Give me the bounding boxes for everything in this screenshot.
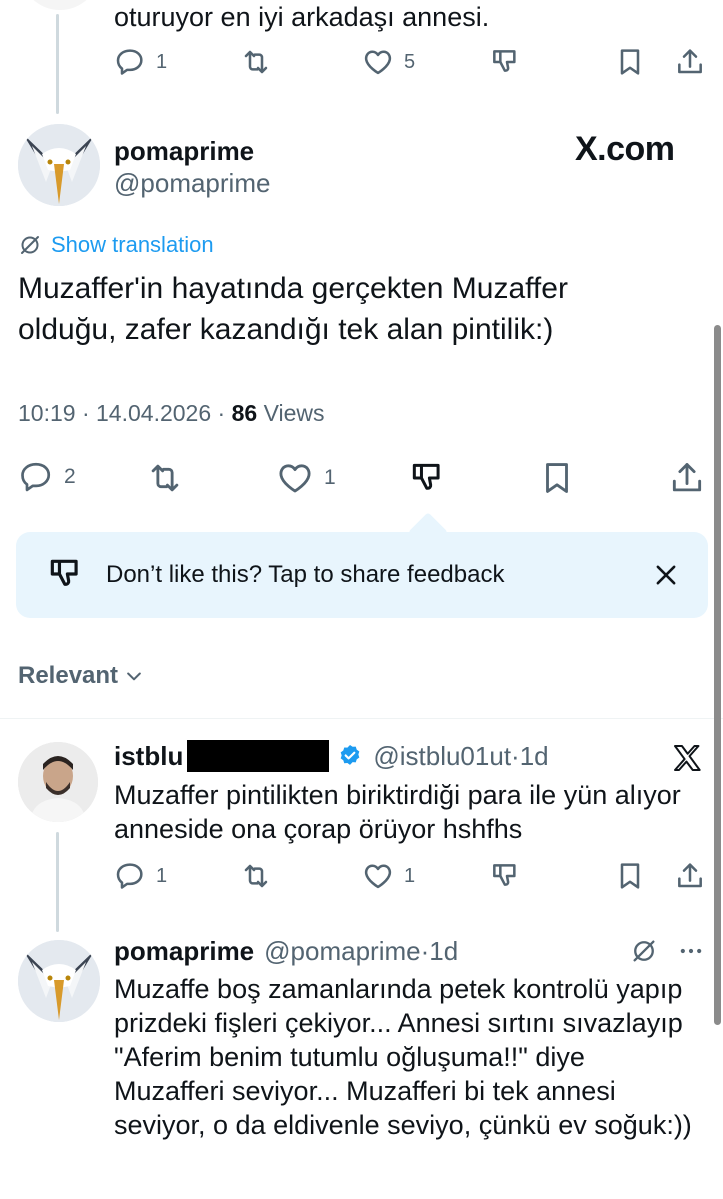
reply1-header: istblu @istblu01ut · 1d — [114, 740, 549, 772]
bookmark-icon — [614, 46, 646, 78]
thumbs-down-icon — [408, 459, 446, 497]
brand-label: X.com — [575, 130, 675, 168]
top-dislike-button[interactable] — [489, 46, 521, 78]
reply1-like-button[interactable]: 1 — [362, 860, 415, 892]
reply1-like-count: 1 — [404, 864, 416, 887]
brand-logo: X.com — [575, 130, 675, 169]
show-translation-link[interactable]: Show translation — [18, 232, 214, 258]
eagle-avatar-icon — [18, 940, 100, 1022]
reply2-header: pomaprime @pomaprime · 1d — [114, 936, 458, 967]
avatar-reply2[interactable] — [18, 940, 100, 1022]
share-icon — [674, 46, 706, 78]
sort-selector[interactable]: Relevant — [18, 662, 144, 690]
tweet-time[interactable]: 10:19 — [18, 400, 76, 426]
verified-badge-icon[interactable] — [337, 743, 363, 769]
avatar-main[interactable] — [18, 124, 100, 206]
reply1-repost-button[interactable] — [240, 860, 272, 892]
thumbs-down-icon — [489, 860, 521, 892]
meta-dot: · — [81, 400, 97, 426]
top-like-button[interactable]: 5 — [362, 46, 415, 78]
translate-icon — [18, 233, 42, 257]
translate-icon[interactable] — [630, 937, 658, 965]
top-reply-button[interactable]: 1 — [114, 46, 167, 78]
heart-icon — [362, 860, 394, 892]
meta-dot: · — [420, 936, 430, 966]
thumbs-down-icon — [489, 46, 521, 78]
bookmark-icon — [538, 459, 576, 497]
main-dislike-button[interactable] — [408, 459, 446, 497]
more-options-icon[interactable] — [676, 937, 706, 965]
reply1-share-button[interactable] — [674, 860, 706, 892]
share-icon — [674, 860, 706, 892]
reply1-bookmark-button[interactable] — [614, 860, 646, 892]
tweet-metadata: 10:19 · 14.04.2026 · 86 Views — [18, 400, 325, 427]
reply1-text: Muzaffer pintilikten biriktirdiği para i… — [114, 780, 681, 844]
bookmark-icon — [614, 860, 646, 892]
main-tweet-text: Muzaffer'in hayatında gerçekten Muzaffer… — [18, 272, 568, 346]
views-label: Views — [257, 400, 325, 426]
reply2-text: Muzaffe boş zamanlarında petek kontrolü … — [114, 974, 692, 1140]
show-translation-label: Show translation — [51, 232, 214, 257]
main-like-button[interactable]: 1 — [276, 459, 336, 497]
reply1-reply-button[interactable]: 1 — [114, 860, 167, 892]
reply2-age[interactable]: 1d — [429, 936, 458, 967]
thumbs-down-icon — [46, 555, 84, 593]
x-logo-icon — [670, 742, 704, 774]
meta-dot: · — [217, 400, 232, 426]
main-like-count: 1 — [324, 466, 336, 489]
reply1-age[interactable]: 1d — [520, 741, 549, 772]
main-reply-count: 2 — [64, 465, 76, 488]
eagle-avatar-icon — [18, 124, 100, 206]
repost-icon — [240, 860, 272, 892]
person-avatar-icon — [18, 742, 98, 822]
repost-icon — [240, 46, 272, 78]
chevron-down-icon — [124, 666, 144, 686]
share-icon — [668, 459, 706, 497]
top-bookmark-button[interactable] — [614, 46, 646, 78]
scrollbar[interactable] — [714, 325, 721, 1025]
reply1-dislike-button[interactable] — [489, 860, 521, 892]
reply1-handle[interactable]: @istblu01ut — [373, 741, 511, 772]
redaction-box — [187, 740, 330, 772]
section-divider — [0, 718, 723, 719]
top-reply-count: 1 — [156, 50, 168, 73]
reply-icon — [114, 46, 146, 78]
views-count: 86 — [231, 400, 258, 426]
main-handle[interactable]: @pomaprime — [114, 168, 270, 199]
thread-line-reply1 — [56, 832, 59, 932]
main-reply-button[interactable]: 2 — [18, 459, 76, 495]
repost-icon — [146, 459, 184, 497]
main-display-name[interactable]: pomaprime — [114, 136, 254, 167]
meta-dot: · — [511, 740, 520, 771]
heart-icon — [276, 459, 314, 497]
top-share-button[interactable] — [674, 46, 706, 78]
feedback-text: Don’t like this? Tap to share feedback — [106, 561, 505, 588]
reply2-handle[interactable]: @pomaprime — [264, 936, 420, 967]
close-icon[interactable] — [652, 561, 680, 589]
reply2-display-name[interactable]: pomaprime — [114, 936, 254, 967]
avatar-reply1[interactable] — [18, 742, 98, 822]
reply-icon — [114, 860, 146, 892]
feedback-banner[interactable]: Don’t like this? Tap to share feedback — [16, 532, 708, 618]
avatar-top[interactable] — [20, 0, 100, 10]
thread-line-top — [56, 14, 59, 114]
heart-icon — [362, 46, 394, 78]
top-repost-button[interactable] — [240, 46, 272, 78]
reply1-reply-count: 1 — [156, 864, 168, 887]
reply-icon — [18, 459, 54, 495]
main-repost-button[interactable] — [146, 459, 184, 497]
tweet-date[interactable]: 14.04.2026 — [96, 400, 211, 426]
main-bookmark-button[interactable] — [538, 459, 576, 497]
main-share-button[interactable] — [668, 459, 706, 497]
top-tweet-text: oturuyor en iyi arkadaşı annesi. — [114, 2, 490, 32]
reply1-display-name[interactable]: istblu — [114, 741, 183, 772]
top-like-count: 5 — [404, 50, 416, 73]
sort-label: Relevant — [18, 662, 119, 689]
